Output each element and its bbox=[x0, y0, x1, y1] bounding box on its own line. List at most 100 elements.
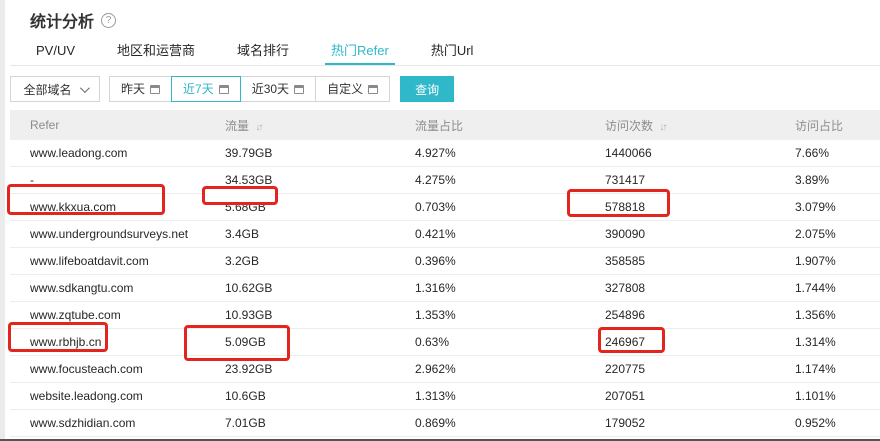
cell-refer: www.lifeboatdavit.com bbox=[10, 254, 225, 268]
page-title: 统计分析 bbox=[30, 8, 94, 32]
tab-bar: PV/UV 地区和运营商 域名排行 热门Refer 热门Url bbox=[10, 38, 880, 66]
cell-traffic-pct: 1.353% bbox=[415, 308, 605, 322]
cell-traffic: 34.53GB bbox=[225, 173, 415, 187]
help-icon[interactable]: ? bbox=[101, 13, 116, 28]
table-body: www.leadong.com 39.79GB 4.927% 1440066 7… bbox=[10, 140, 880, 437]
cell-traffic: 7.01GB bbox=[225, 416, 415, 430]
sort-icon: ↓↑ bbox=[659, 122, 665, 133]
cell-visit-pct: 1.174% bbox=[795, 362, 880, 376]
calendar-icon bbox=[150, 85, 160, 94]
calendar-icon bbox=[368, 85, 378, 94]
range-button-label: 自定义 bbox=[327, 77, 363, 101]
column-header-label: Refer bbox=[30, 118, 59, 132]
table-row: www.zqtube.com 10.93GB 1.353% 254896 1.3… bbox=[10, 302, 880, 329]
tab-hot-url[interactable]: 热门Url bbox=[425, 38, 480, 65]
statistics-analysis-page: 统计分析 ? PV/UV 地区和运营商 域名排行 热门Refer 热门Url 全部域名 … bbox=[0, 0, 880, 441]
table-row: - 34.53GB 4.275% 731417 3.89% bbox=[10, 167, 880, 194]
table-row: www.undergroundsurveys.net 3.4GB 0.421% … bbox=[10, 221, 880, 248]
column-header: 访问占比 bbox=[795, 117, 880, 134]
cell-visits: 179052 bbox=[605, 416, 795, 430]
range-yesterday[interactable]: 昨天 bbox=[109, 76, 172, 102]
column-header[interactable]: 访问次数 ↓↑ bbox=[605, 117, 795, 134]
range-custom[interactable]: 自定义 bbox=[315, 76, 390, 102]
cell-visits: 731417 bbox=[605, 173, 795, 187]
cell-refer: www.leadong.com bbox=[10, 146, 225, 160]
cell-visits: 246967 bbox=[605, 335, 795, 349]
column-header[interactable]: 流量 ↓↑ bbox=[225, 117, 415, 134]
table-row: www.rbhjb.cn 5.09GB 0.63% 246967 1.314% bbox=[10, 329, 880, 356]
cell-traffic-pct: 0.421% bbox=[415, 227, 605, 241]
date-range-group: 昨天 近7天 近30天 自定义 bbox=[110, 76, 390, 102]
column-header: 流量占比 bbox=[415, 117, 605, 134]
cell-traffic: 10.93GB bbox=[225, 308, 415, 322]
cell-refer: www.focusteach.com bbox=[10, 362, 225, 376]
cell-visits: 220775 bbox=[605, 362, 795, 376]
cell-traffic: 23.92GB bbox=[225, 362, 415, 376]
cell-traffic: 5.68GB bbox=[225, 200, 415, 214]
cell-traffic-pct: 1.313% bbox=[415, 389, 605, 403]
column-header-label: 流量占比 bbox=[415, 119, 463, 133]
table-row: www.sdzhidian.com 7.01GB 0.869% 179052 0… bbox=[10, 410, 880, 437]
range-button-label: 昨天 bbox=[121, 77, 145, 101]
left-edge-strip bbox=[0, 0, 5, 441]
cell-refer: www.rbhjb.cn bbox=[10, 335, 225, 349]
table-row: www.leadong.com 39.79GB 4.927% 1440066 7… bbox=[10, 140, 880, 167]
calendar-icon bbox=[219, 85, 229, 94]
title-row: 统计分析 ? bbox=[30, 8, 116, 32]
cell-visit-pct: 2.075% bbox=[795, 227, 880, 241]
cell-visit-pct: 1.314% bbox=[795, 335, 880, 349]
range-last-30-days[interactable]: 近30天 bbox=[240, 76, 316, 102]
cell-visit-pct: 1.101% bbox=[795, 389, 880, 403]
cell-visit-pct: 0.952% bbox=[795, 416, 880, 430]
calendar-icon bbox=[294, 85, 304, 94]
cell-visit-pct: 1.356% bbox=[795, 308, 880, 322]
cell-refer: - bbox=[10, 173, 225, 187]
column-header-label: 访问次数 bbox=[605, 119, 653, 133]
tab-region-operator[interactable]: 地区和运营商 bbox=[111, 38, 201, 65]
cell-visits: 207051 bbox=[605, 389, 795, 403]
cell-refer: www.sdzhidian.com bbox=[10, 416, 225, 430]
range-last-7-days[interactable]: 近7天 bbox=[171, 76, 241, 102]
tab-domain-ranking[interactable]: 域名排行 bbox=[231, 38, 295, 65]
tab-pv-uv[interactable]: PV/UV bbox=[30, 38, 81, 65]
table-row: www.sdkangtu.com 10.62GB 1.316% 327808 1… bbox=[10, 275, 880, 302]
cell-visit-pct: 3.079% bbox=[795, 200, 880, 214]
query-button[interactable]: 查询 bbox=[400, 76, 454, 102]
table-row: www.focusteach.com 23.92GB 2.962% 220775… bbox=[10, 356, 880, 383]
cell-traffic: 3.2GB bbox=[225, 254, 415, 268]
cell-visits: 327808 bbox=[605, 281, 795, 295]
domain-select[interactable]: 全部域名 bbox=[10, 76, 100, 102]
cell-refer: website.leadong.com bbox=[10, 389, 225, 403]
cell-refer: www.kkxua.com bbox=[10, 200, 225, 214]
cell-traffic: 39.79GB bbox=[225, 146, 415, 160]
cell-refer: www.undergroundsurveys.net bbox=[10, 227, 225, 241]
table-row: www.lifeboatdavit.com 3.2GB 0.396% 35858… bbox=[10, 248, 880, 275]
cell-visits: 358585 bbox=[605, 254, 795, 268]
filter-bar: 全部域名 昨天 近7天 近30天 自定义 查询 bbox=[10, 76, 454, 102]
refer-table: Refer 流量 ↓↑ 流量占比 访问次数 ↓↑ 访问占比 www.leadon… bbox=[10, 110, 880, 437]
cell-traffic: 3.4GB bbox=[225, 227, 415, 241]
cell-visit-pct: 3.89% bbox=[795, 173, 880, 187]
cell-traffic-pct: 0.396% bbox=[415, 254, 605, 268]
domain-select-label: 全部域名 bbox=[23, 81, 71, 98]
cell-visits: 578818 bbox=[605, 200, 795, 214]
cell-visit-pct: 1.744% bbox=[795, 281, 880, 295]
cell-traffic-pct: 0.703% bbox=[415, 200, 605, 214]
cell-traffic-pct: 1.316% bbox=[415, 281, 605, 295]
cell-traffic: 10.6GB bbox=[225, 389, 415, 403]
tab-hot-refer[interactable]: 热门Refer bbox=[325, 38, 395, 65]
range-button-label: 近7天 bbox=[183, 77, 214, 101]
cell-visits: 390090 bbox=[605, 227, 795, 241]
chevron-down-icon bbox=[79, 83, 89, 93]
cell-traffic-pct: 2.962% bbox=[415, 362, 605, 376]
column-header: Refer bbox=[10, 118, 225, 132]
cell-visit-pct: 1.907% bbox=[795, 254, 880, 268]
cell-traffic-pct: 4.927% bbox=[415, 146, 605, 160]
cell-traffic: 10.62GB bbox=[225, 281, 415, 295]
table-row: website.leadong.com 10.6GB 1.313% 207051… bbox=[10, 383, 880, 410]
cell-traffic: 5.09GB bbox=[225, 335, 415, 349]
cell-traffic-pct: 0.63% bbox=[415, 335, 605, 349]
table-row: www.kkxua.com 5.68GB 0.703% 578818 3.079… bbox=[10, 194, 880, 221]
sort-icon: ↓↑ bbox=[255, 122, 261, 133]
range-button-label: 近30天 bbox=[252, 77, 289, 101]
